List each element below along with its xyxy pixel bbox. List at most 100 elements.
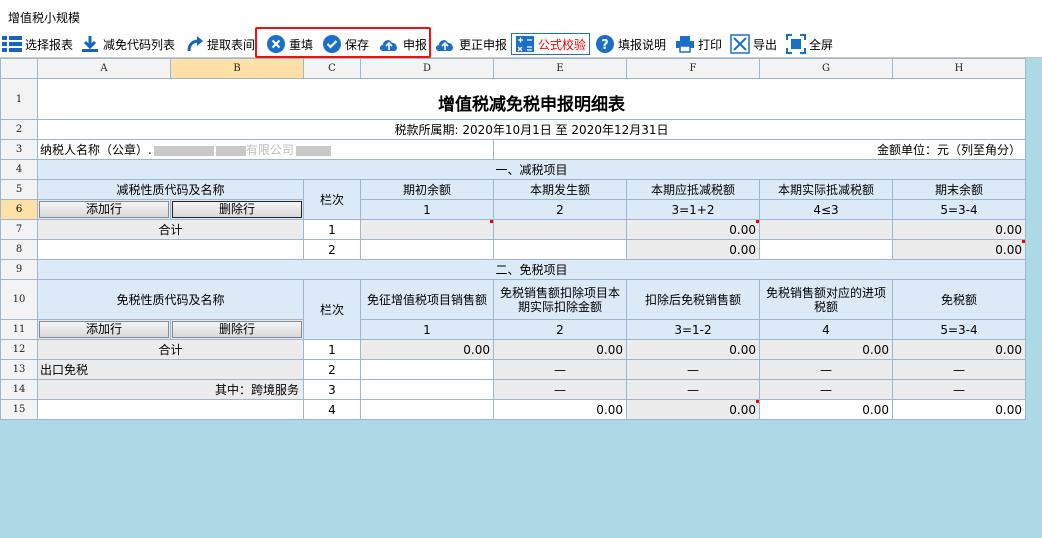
column-header[interactable]: E (493, 58, 627, 79)
column-header[interactable]: C (303, 58, 361, 79)
row-header[interactable]: 9 (0, 259, 38, 280)
exempt-sales-header: 免征增值税项目销售额 (360, 279, 494, 320)
column-header[interactable]: H (892, 58, 1026, 79)
column-index: 1 (360, 319, 494, 340)
cell-exempt-sales-input[interactable] (360, 399, 494, 420)
row-header[interactable]: 3 (0, 139, 38, 160)
cell-dash: — (626, 379, 760, 400)
line-number: 2 (303, 359, 361, 380)
svg-text:?: ? (601, 38, 609, 53)
cell-current-input[interactable] (493, 239, 627, 260)
formula-check-button[interactable]: 公式校验 (511, 33, 591, 55)
exemption-codes-button[interactable]: 减免代码列表 (80, 33, 175, 55)
calculator-icon (516, 36, 534, 52)
line-header: 栏次 (303, 179, 361, 220)
cell-after-deduct: 0.00 (626, 399, 760, 420)
cell-opening-input[interactable] (360, 239, 494, 260)
cell-dash: — (493, 379, 627, 400)
row-header[interactable]: 12 (0, 339, 38, 360)
select-all-corner[interactable] (0, 58, 38, 79)
table-row: 1 增值税减免税申报明细表 (0, 78, 1026, 120)
print-button[interactable]: 打印 (675, 33, 722, 55)
row-header[interactable]: 6 (0, 199, 38, 220)
line-number: 1 (303, 339, 361, 360)
add-row-button[interactable]: 添加行 (39, 201, 169, 218)
table-row: 2 税款所属期: 2020年10月1日 至 2020年12月31日 (0, 119, 1026, 140)
close-circle-icon (267, 35, 285, 53)
cell-should-deduct: 0.00 (626, 239, 760, 260)
section-exemption-title: 二、免税项目 (37, 259, 1026, 280)
redo-arrow-icon (187, 36, 203, 52)
export-exempt-label: 出口免税 (37, 359, 304, 380)
cell-exempt-sales-input[interactable] (360, 359, 494, 380)
column-index: 5=3-4 (892, 319, 1026, 340)
cell-dash: — (892, 379, 1026, 400)
cell-dash: — (892, 359, 1026, 380)
correct-declare-button[interactable]: 更正申报 (434, 33, 507, 55)
cell-dash: — (626, 359, 760, 380)
check-circle-icon (323, 35, 341, 53)
cell-input-tax[interactable]: 0.00 (759, 399, 893, 420)
download-icon (82, 36, 98, 52)
declare-button[interactable]: 申报 (378, 33, 427, 55)
add-row-button[interactable]: 添加行 (39, 321, 169, 338)
total-label: 合计 (37, 219, 304, 240)
cell-should-deduct: 0.00 (626, 219, 760, 240)
table-row: 4 一、减税项目 (0, 159, 1026, 180)
cell-exempt-tax[interactable]: 0.00 (892, 399, 1026, 420)
table-row: 6 添加行 删除行 1 2 3=1+2 4≤3 5=3-4 (0, 199, 1026, 220)
delete-row-button[interactable]: 删除行 (172, 321, 302, 338)
tax-period: 税款所属期: 2020年10月1日 至 2020年12月31日 (37, 119, 1026, 140)
export-button[interactable]: 导出 (730, 33, 777, 55)
cell-dash: — (759, 359, 893, 380)
exempt-tax-header: 免税额 (892, 279, 1026, 320)
exempt-deduct-header: 免税销售额扣除项目本期实际扣除金额 (493, 279, 627, 320)
row-header[interactable]: 4 (0, 159, 38, 180)
redacted-name (215, 145, 246, 156)
column-header-row: A B C D E F G H (0, 58, 1026, 79)
exempt-code-input[interactable] (37, 399, 304, 420)
current-amount-header: 本期发生额 (493, 179, 627, 200)
column-header[interactable]: D (360, 58, 494, 79)
row-header[interactable]: 1 (0, 78, 38, 120)
cell-actual-deduct-input[interactable] (759, 239, 893, 260)
fetch-table-button[interactable]: 提取表间 (186, 33, 255, 55)
table-row: 5 减税性质代码及名称 栏次 期初余额 本期发生额 本期应抵减税额 本期实际抵减… (0, 179, 1026, 220)
row-header[interactable]: 7 (0, 219, 38, 240)
row-header[interactable]: 14 (0, 379, 38, 400)
toolbar: 选择报表 减免代码列表 提取表间 重填 保存 申报 更正申报 公式校验 ? 填报… (0, 30, 1042, 58)
line-number: 1 (303, 219, 361, 240)
export-icon (730, 34, 750, 54)
cell-exempt-tax: 0.00 (892, 339, 1026, 360)
cell-closing: 0.00 (892, 219, 1026, 240)
cell-dash: — (493, 359, 627, 380)
row-header[interactable]: 5 (0, 179, 38, 200)
cell-exempt-sales: 0.00 (360, 339, 494, 360)
column-index: 5=3-4 (892, 199, 1026, 220)
row-header[interactable]: 10 (0, 279, 38, 320)
actual-deduct-header: 本期实际抵减税额 (759, 179, 893, 200)
column-header[interactable]: A (37, 58, 171, 79)
section-reduction-title: 一、减税项目 (37, 159, 1026, 180)
closing-balance-header: 期末余额 (892, 179, 1026, 200)
column-index: 2 (493, 199, 627, 220)
column-header[interactable]: F (626, 58, 760, 79)
line-number: 4 (303, 399, 361, 420)
row-header[interactable]: 8 (0, 239, 38, 260)
row-header[interactable]: 11 (0, 319, 38, 340)
select-report-button[interactable]: 选择报表 (2, 33, 73, 55)
column-header[interactable]: B (170, 58, 304, 79)
cell-exempt-sales-input[interactable] (360, 379, 494, 400)
delete-row-button[interactable]: 删除行 (172, 201, 302, 218)
fullscreen-button[interactable]: 全屏 (786, 33, 833, 55)
row-header[interactable]: 13 (0, 359, 38, 380)
row-header[interactable]: 2 (0, 119, 38, 140)
cell-exempt-deduct[interactable]: 0.00 (493, 399, 627, 420)
row-header[interactable]: 15 (0, 399, 38, 420)
reduce-code-input[interactable] (37, 239, 304, 260)
save-button[interactable]: 保存 (322, 33, 369, 55)
fill-guide-button[interactable]: ? 填报说明 (595, 33, 666, 55)
column-header[interactable]: G (759, 58, 893, 79)
refill-button[interactable]: 重填 (266, 33, 313, 55)
table-row: 12 合计 1 0.00 0.00 0.00 0.00 0.00 (0, 339, 1026, 360)
